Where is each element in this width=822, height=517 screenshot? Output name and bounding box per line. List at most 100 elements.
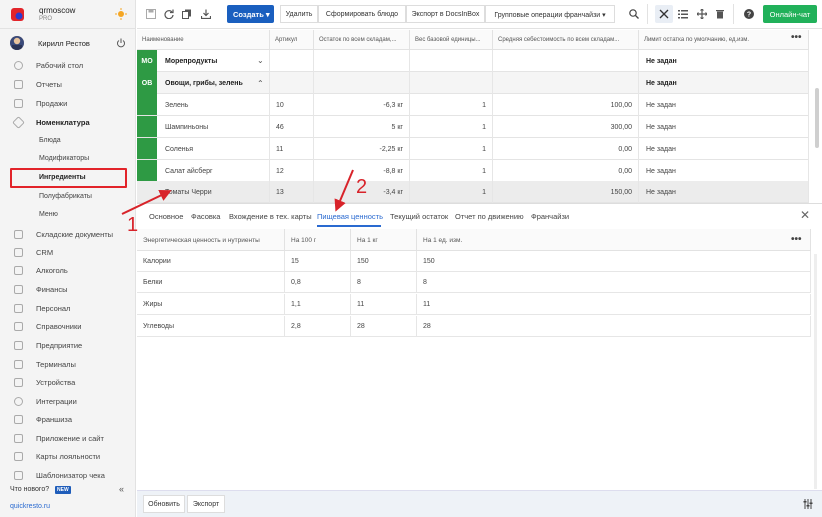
refresh-button[interactable]: Обновить (143, 495, 185, 513)
sidebar-subitem-semi-finished[interactable]: Полуфабрикаты (0, 189, 136, 206)
column-settings-icon[interactable]: ••• (791, 32, 802, 43)
sidebar-item-sales[interactable]: Продажи (0, 95, 136, 113)
table-row[interactable]: Зелень 10 -6,3 кг 1 100,00 Не задан (137, 94, 809, 116)
refresh-icon[interactable] (164, 9, 174, 19)
sidebar-item-franchise[interactable]: Франшиза (0, 411, 136, 429)
create-button[interactable]: Создать ▾ (227, 5, 274, 23)
filter-settings-icon[interactable] (803, 499, 813, 509)
nutrient-per100[interactable]: 0,8 (285, 272, 351, 293)
nutrient-per100[interactable]: 15 (285, 251, 351, 272)
theme-toggle-icon[interactable] (115, 8, 127, 20)
sidebar-item-loyalty-cards[interactable]: Карты лояльности (0, 448, 136, 466)
copy-icon[interactable] (182, 9, 192, 19)
sidebar-subitem-modifiers[interactable]: Модификаторы (0, 151, 136, 168)
table-row[interactable]: Салат айсберг 12 -8,8 кг 1 0,00 Не задан (137, 160, 809, 182)
sidebar-item-directories[interactable]: Справочники (0, 318, 136, 336)
tab-current-stock[interactable]: Текущий остаток (390, 212, 448, 221)
whats-new-link[interactable]: Что нового? (10, 486, 49, 493)
export-button[interactable]: Экспорт (187, 495, 225, 513)
trash-icon[interactable] (715, 9, 725, 19)
sidebar-item-devices[interactable]: Устройства (0, 374, 136, 392)
tab-franchise[interactable]: Франчайзи (531, 212, 569, 221)
site-link[interactable]: quickresto.ru (10, 503, 50, 510)
column-header-avg-cost[interactable]: Средняя себестоимость по всем складам... (493, 30, 639, 50)
chevron-up-icon[interactable]: ⌃ (257, 79, 264, 88)
column-header-per-100g[interactable]: На 100 г (285, 229, 351, 251)
nutrient-perunit[interactable]: 28 (417, 316, 811, 337)
column-header-limit[interactable]: Лимит остатка по умолчанию, ед.изм. (639, 30, 809, 50)
chevron-down-icon[interactable]: ⌄ (257, 56, 264, 65)
tab-packaging[interactable]: Фасовка (191, 212, 220, 221)
close-icon[interactable]: ✕ (800, 208, 810, 222)
sidebar-item-crm[interactable]: CRM (0, 244, 136, 262)
online-chat-button[interactable]: Онлайн-чат (763, 5, 817, 23)
collapse-sidebar-button[interactable]: « (119, 484, 124, 494)
nutrient-perkg[interactable]: 8 (351, 272, 417, 293)
tab-nutrition[interactable]: Пищевая ценность (317, 212, 383, 221)
column-header-name[interactable]: Наименование (137, 30, 270, 50)
nutrient-per100[interactable]: 2,8 (285, 316, 351, 337)
sidebar-item-warehouse-docs[interactable]: Складские документы (0, 226, 136, 244)
column-header-per-kg[interactable]: На 1 кг (351, 229, 417, 251)
group-operations-dropdown[interactable]: Групповые операции франчайзи ▾ (485, 5, 615, 23)
group-badge: ОВ (137, 72, 157, 94)
brand-header[interactable]: qrmoscow PRO (0, 0, 136, 29)
nutrient-perunit[interactable]: 150 (417, 251, 811, 272)
nutrient-per100[interactable]: 1,1 (285, 294, 351, 315)
nutrient-perkg[interactable]: 28 (351, 316, 417, 337)
logout-icon[interactable] (116, 38, 126, 48)
sidebar-item-nomenclature[interactable]: Номенклатура (0, 114, 136, 132)
nutrient-perkg[interactable]: 150 (351, 251, 417, 272)
search-icon[interactable] (629, 9, 639, 19)
table-row-selected[interactable]: Томаты Черри 13 -3,4 кг 1 150,00 Не зада… (137, 181, 809, 203)
column-header-article[interactable]: Артикул (270, 30, 314, 50)
user-panel[interactable]: Кирилл Рестов (0, 30, 136, 56)
sidebar-subitem-menu[interactable]: Меню (0, 207, 136, 224)
download-icon[interactable] (201, 9, 211, 19)
list-view-icon[interactable] (678, 9, 688, 19)
column-header-per-unit[interactable]: На 1 ед. изм. (417, 229, 811, 251)
column-header-nutrient[interactable]: Энергетическая ценность и нутриенты (137, 229, 285, 251)
avatar (10, 36, 24, 50)
sidebar-item-integrations[interactable]: Интеграции (0, 393, 136, 411)
table-scrollbar[interactable] (815, 88, 819, 148)
move-icon[interactable] (697, 9, 707, 19)
sidebar-subitem-dishes[interactable]: Блюда (0, 133, 136, 150)
column-header-weight[interactable]: Вес базовой единицы... (410, 30, 493, 50)
export-docsinbox-button[interactable]: Экспорт в DocsInBox (406, 5, 485, 23)
item-article: 46 (270, 116, 314, 138)
nutrition-row[interactable]: Углеводы 2,8 28 28 (137, 316, 811, 337)
nutrition-row[interactable]: Белки 0,8 8 8 (137, 272, 811, 293)
column-header-stock[interactable]: Остаток по всем складам,... (314, 30, 410, 50)
help-icon[interactable]: ? (744, 9, 754, 19)
sidebar-item-finance[interactable]: Финансы (0, 281, 136, 299)
detail-scrollbar[interactable] (814, 254, 817, 489)
delete-button[interactable]: Удалить (280, 5, 318, 23)
limit-cell: Не задан (639, 50, 809, 72)
sidebar-item-staff[interactable]: Персонал (0, 300, 136, 318)
group-row[interactable]: ОВ Овощи, грибы, зелень ⌃ Не задан (137, 72, 809, 94)
sidebar-item-receipt-template[interactable]: Шаблонизатор чека (0, 467, 136, 485)
sidebar-item-reports[interactable]: Отчеты (0, 76, 136, 94)
sidebar-item-enterprise[interactable]: Предприятие (0, 337, 136, 355)
nutrition-row[interactable]: Калории 15 150 150 (137, 251, 811, 272)
table-row[interactable]: Соленья 11 -2,25 кг 1 0,00 Не задан (137, 138, 809, 160)
sidebar-item-app-site[interactable]: Приложение и сайт (0, 430, 136, 448)
sidebar-item-desktop[interactable]: Рабочий стол (0, 57, 136, 75)
nutrient-perunit[interactable]: 11 (417, 294, 811, 315)
nutrient-perunit[interactable]: 8 (417, 272, 811, 293)
table-row[interactable]: Шампиньоны 46 5 кг 1 300,00 Не задан (137, 116, 809, 138)
nutrient-perkg[interactable]: 11 (351, 294, 417, 315)
tab-movement-report[interactable]: Отчет по движению (455, 212, 524, 221)
tab-tech-cards[interactable]: Вхождение в тех. карты (229, 212, 312, 221)
sidebar-item-terminals[interactable]: Терминалы (0, 356, 136, 374)
column-settings-icon[interactable]: ••• (791, 234, 802, 245)
table-cell-empty (493, 50, 639, 72)
tab-main[interactable]: Основное (149, 212, 183, 221)
group-row[interactable]: МО Морепродукты ⌄ Не задан (137, 50, 809, 72)
nutrition-row[interactable]: Жиры 1,1 11 11 (137, 294, 811, 315)
form-dish-button[interactable]: Сформировать блюдо (318, 5, 406, 23)
save-icon[interactable] (146, 9, 156, 19)
sidebar-item-alcohol[interactable]: Алкоголь (0, 262, 136, 280)
tools-button[interactable] (655, 5, 673, 23)
